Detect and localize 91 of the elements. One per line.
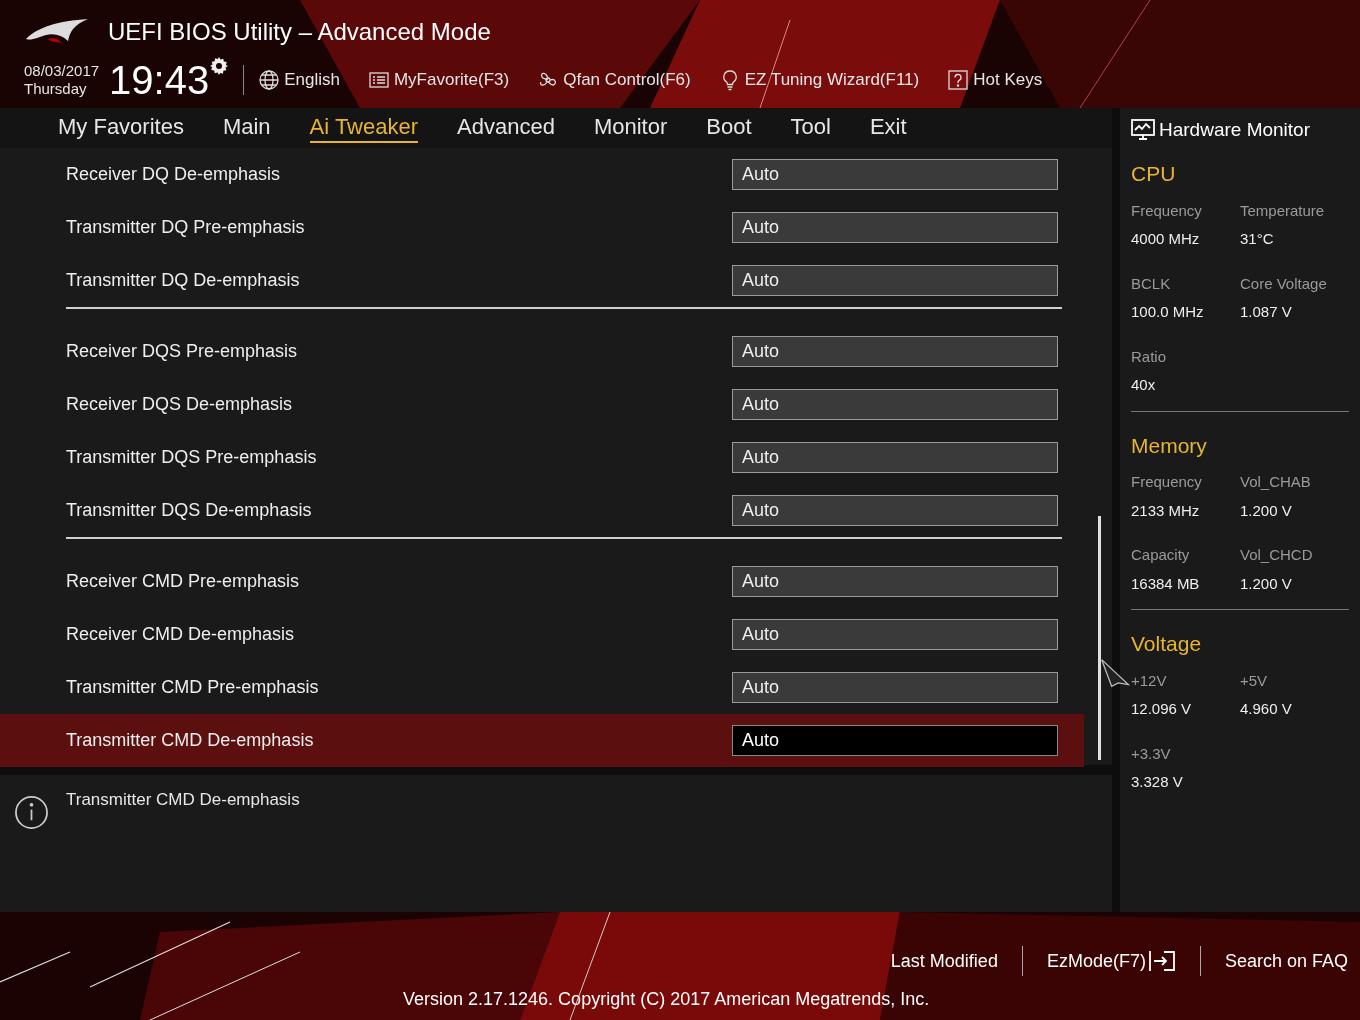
reading-value: 1.200 V — [1240, 573, 1293, 594]
monitor-icon — [1131, 119, 1155, 141]
setting-label: Transmitter CMD De-emphasis — [66, 729, 314, 752]
reading-label: Frequency — [1131, 472, 1203, 492]
value-field[interactable]: Auto — [732, 566, 1058, 597]
reading-value: 16384 MB — [1131, 573, 1201, 594]
setting-label: Receiver DQ De-emphasis — [66, 163, 281, 186]
setting-label: Transmitter CMD Pre-emphasis — [66, 676, 319, 699]
reading-value: 12.096 V — [1131, 699, 1193, 719]
reading-value: 4.960 V — [1240, 699, 1293, 719]
setting-label: Transmitter DQ De-emphasis — [66, 269, 300, 292]
value-field[interactable]: Auto — [732, 336, 1058, 367]
reading-label: +5V — [1240, 670, 1269, 691]
toolbar-button[interactable]: EZ Tuning Wizard(F11) — [718, 67, 920, 93]
section-title: Memory — [1131, 432, 1208, 459]
menu-tab[interactable]: My Favorites — [58, 113, 184, 143]
reading-value: 1.200 V — [1240, 500, 1293, 521]
question-icon — [947, 69, 970, 91]
value-field[interactable]: Auto — [732, 389, 1058, 420]
setting-row[interactable]: Receiver CMD Pre-emphasis Auto — [0, 555, 1084, 608]
menu-tab[interactable]: Advanced — [457, 113, 555, 143]
day-text: Thursday — [24, 80, 88, 98]
setting-row[interactable]: Transmitter DQ Pre-emphasis Auto — [0, 201, 1084, 254]
scrollbar[interactable] — [1098, 516, 1101, 760]
setting-row[interactable]: Transmitter CMD Pre-emphasis Auto — [0, 661, 1084, 714]
menu-tab[interactable]: Exit — [869, 113, 907, 143]
reading-label: BCLK — [1131, 273, 1172, 294]
reading-label: Vol_CHCD — [1240, 545, 1314, 565]
panel-title: Hardware Monitor — [1159, 117, 1310, 142]
gear-icon[interactable] — [209, 56, 230, 76]
menu-tab[interactable]: Boot — [706, 113, 752, 143]
setting-row[interactable]: Receiver CMD De-emphasis Auto — [0, 608, 1084, 661]
date-text: 08/03/2017 — [24, 62, 100, 80]
value-field[interactable]: Auto — [732, 212, 1058, 243]
menu-tab[interactable]: Main — [222, 113, 271, 143]
toolbar-button[interactable]: Qfan Control(F6) — [537, 67, 691, 93]
setting-row[interactable]: Transmitter DQ De-emphasis Auto — [0, 254, 1084, 307]
clock-text: 19:43 — [109, 60, 210, 100]
reading-value: 1.087 V — [1240, 302, 1293, 322]
value-field[interactable]: Auto — [732, 619, 1058, 650]
setting-label: Transmitter DQS Pre-emphasis — [66, 446, 317, 469]
section-title: Voltage — [1131, 631, 1203, 657]
reading-value: 3.328 V — [1131, 772, 1184, 792]
value-field[interactable]: Auto — [732, 495, 1058, 526]
toolbar-button[interactable]: Hot Keys — [947, 67, 1043, 93]
setting-label: Transmitter DQS De-emphasis — [66, 499, 312, 522]
section-title: CPU — [1131, 161, 1177, 187]
footer-link[interactable]: Search on FAQ — [1224, 947, 1348, 975]
value-field[interactable]: Auto — [732, 672, 1058, 703]
reading-label: Frequency — [1131, 200, 1203, 221]
setting-label: Receiver CMD De-emphasis — [66, 623, 295, 646]
value-field[interactable]: Auto — [732, 159, 1058, 190]
reading-value: 100.0 MHz — [1131, 302, 1205, 322]
window-title: UEFI BIOS Utility – Advanced Mode — [108, 17, 491, 47]
version-text: Version 2.17.1246. Copyright (C) 2017 American Megatrends, Inc. — [403, 988, 930, 1011]
info-icon — [14, 795, 49, 830]
reading-value: 2133 MHz — [1131, 500, 1201, 521]
list-icon — [367, 69, 390, 91]
reading-label: Vol_CHAB — [1240, 472, 1312, 492]
value-field[interactable]: Auto — [732, 442, 1058, 473]
setting-label: Receiver DQS De-emphasis — [66, 393, 293, 416]
exit-icon — [1147, 950, 1176, 972]
menu-tab[interactable]: Tool — [790, 113, 831, 143]
setting-label: Transmitter DQ Pre-emphasis — [66, 216, 305, 239]
setting-label: Receiver DQS Pre-emphasis — [66, 340, 298, 363]
footer-link[interactable]: EzMode(F7) — [1046, 947, 1176, 975]
toolbar-button[interactable]: MyFavorite(F3) — [367, 67, 510, 93]
setting-row[interactable]: Receiver DQS Pre-emphasis Auto — [0, 325, 1084, 378]
reading-label: Ratio — [1131, 346, 1168, 367]
setting-label: Receiver CMD Pre-emphasis — [66, 570, 300, 593]
reading-value: 31°C — [1240, 229, 1275, 249]
setting-row[interactable]: Receiver DQS De-emphasis Auto — [0, 378, 1084, 431]
setting-row[interactable]: Receiver DQ De-emphasis Auto — [0, 148, 1084, 201]
globe-icon — [258, 69, 281, 91]
toolbar-button[interactable]: English — [258, 67, 340, 93]
reading-label: +12V — [1131, 670, 1168, 691]
reading-value: 4000 MHz — [1131, 229, 1201, 249]
help-text: Transmitter CMD De-emphasis — [66, 789, 300, 811]
reading-label: +3.3V — [1131, 743, 1172, 764]
reading-label: Temperature — [1240, 200, 1326, 221]
value-field[interactable]: Auto — [732, 265, 1058, 296]
setting-row[interactable]: Transmitter DQS Pre-emphasis Auto — [0, 431, 1084, 484]
menu-tab[interactable]: Monitor — [593, 113, 668, 143]
setting-row[interactable]: Transmitter CMD De-emphasis Auto — [0, 714, 1084, 767]
menu-tab[interactable]: Ai Tweaker — [309, 113, 419, 143]
footer-link[interactable]: Last Modified — [890, 947, 998, 975]
setting-row[interactable]: Transmitter DQS De-emphasis Auto — [0, 484, 1084, 537]
reading-value: 40x — [1131, 375, 1157, 395]
value-field[interactable]: Auto — [732, 725, 1058, 756]
reading-label: Core Voltage — [1240, 273, 1328, 294]
reading-label: Capacity — [1131, 545, 1191, 565]
